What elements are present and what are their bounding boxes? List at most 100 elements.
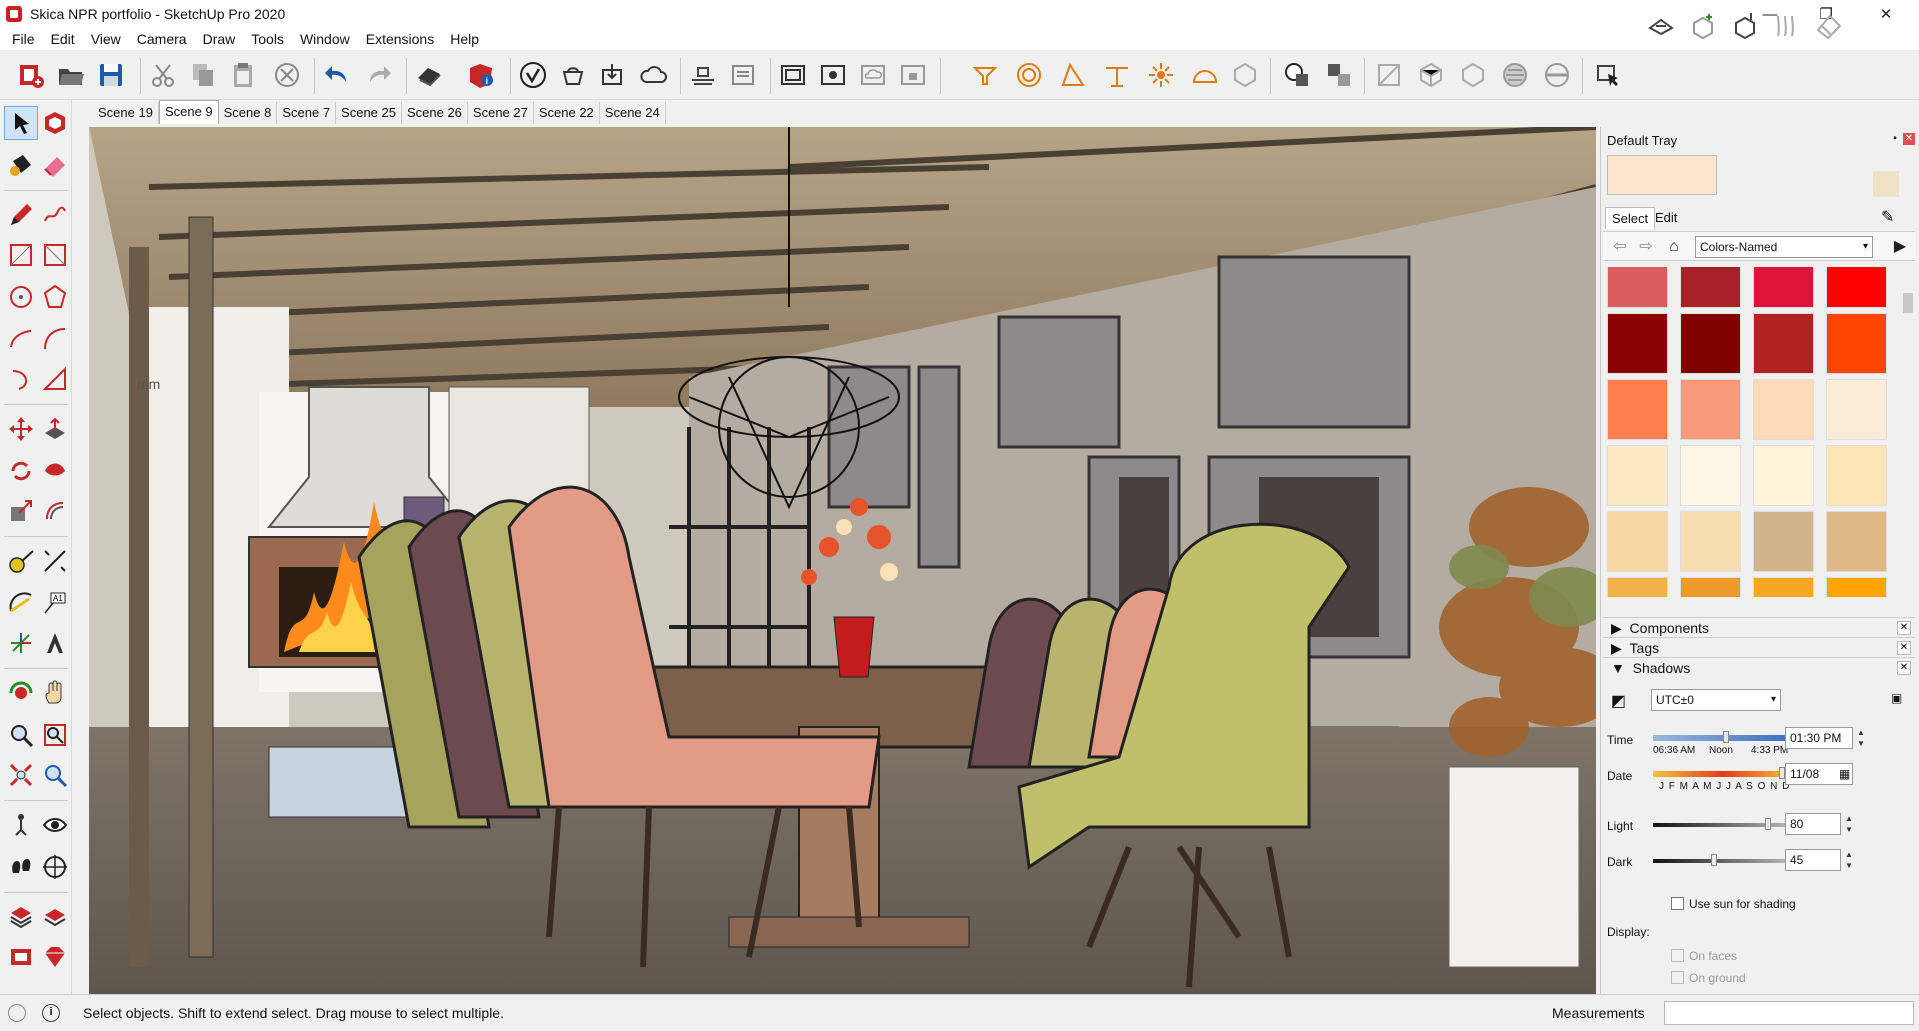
offset-icon[interactable] — [38, 494, 72, 528]
tape-measure-icon[interactable] — [4, 544, 38, 578]
home-icon[interactable]: ⌂ — [1665, 238, 1683, 256]
npr-cube-icon[interactable] — [1228, 58, 1262, 92]
two-point-arc-icon[interactable] — [38, 322, 72, 356]
tray-close-icon[interactable]: ✕ — [1903, 133, 1915, 145]
section-plane-icon[interactable] — [1372, 58, 1406, 92]
material-swatch[interactable] — [1826, 267, 1887, 308]
pan-hand-icon[interactable] — [38, 676, 72, 710]
dimension-icon[interactable] — [38, 544, 72, 578]
eyedropper-icon[interactable]: ✎ — [1881, 207, 1894, 227]
section-plane-tool-icon[interactable] — [38, 850, 72, 884]
npr-triangle-icon[interactable] — [1056, 58, 1090, 92]
monochrome-icon[interactable] — [1540, 58, 1574, 92]
geo-location-icon[interactable] — [8, 1004, 26, 1022]
material-swatch[interactable] — [1753, 267, 1814, 308]
menu-file[interactable]: File — [4, 31, 43, 47]
npr-sun-icon[interactable] — [1144, 58, 1178, 92]
material-swatch[interactable] — [1753, 313, 1814, 374]
time-spinner[interactable]: ▲ ▼ — [1855, 727, 1867, 749]
light-slider[interactable] — [1653, 823, 1793, 827]
move-icon[interactable] — [4, 412, 38, 446]
xray-icon[interactable] — [1414, 58, 1448, 92]
paint-bucket-icon[interactable] — [4, 148, 38, 182]
tab-scene-8[interactable]: Scene 8 — [219, 102, 278, 124]
wireframe-icon[interactable] — [1456, 58, 1490, 92]
time-field[interactable]: 01:30 PM — [1785, 727, 1853, 749]
material-swatch[interactable] — [1607, 577, 1668, 597]
freehand-icon[interactable] — [38, 198, 72, 232]
zoom-icon[interactable] — [4, 718, 38, 752]
back-arrow-icon[interactable]: ⇦ — [1611, 238, 1629, 256]
save-icon[interactable] — [94, 58, 128, 92]
material-swatch[interactable] — [1680, 577, 1741, 597]
eraser-icon[interactable] — [38, 148, 72, 182]
cloud-view-icon[interactable] — [856, 58, 890, 92]
material-swatch[interactable] — [1607, 379, 1668, 440]
panel-shadows[interactable]: ▼ Shadows ✕ — [1603, 657, 1915, 677]
zoom-extents-icon[interactable] — [4, 758, 38, 792]
send-to-layout-icon[interactable] — [726, 58, 760, 92]
on-faces-checkbox[interactable] — [1671, 949, 1684, 962]
menu-help[interactable]: Help — [442, 31, 487, 47]
menu-camera[interactable]: Camera — [129, 31, 195, 47]
tab-select[interactable]: Select — [1605, 207, 1656, 229]
material-swatch[interactable] — [1753, 577, 1814, 597]
close-icon[interactable]: ✕ — [1897, 621, 1911, 635]
sample-paint-swatch[interactable] — [1873, 171, 1899, 197]
dark-field[interactable]: 45 — [1785, 849, 1841, 871]
push-pull-icon[interactable] — [38, 412, 72, 446]
material-swatch[interactable] — [1826, 313, 1887, 374]
previous-view-icon[interactable] — [38, 758, 72, 792]
open-file-icon[interactable] — [54, 58, 88, 92]
arc-icon[interactable] — [4, 322, 38, 356]
signin-icon[interactable] — [516, 58, 550, 92]
tab-scene-26[interactable]: Scene 26 — [402, 102, 468, 124]
axes-icon[interactable] — [4, 626, 38, 660]
shape-overlap-icon[interactable] — [1280, 58, 1314, 92]
dark-slider-thumb[interactable] — [1711, 854, 1717, 866]
menu-draw[interactable]: Draw — [195, 31, 244, 47]
cut-icon[interactable] — [146, 58, 180, 92]
3d-warehouse-icon[interactable] — [556, 58, 590, 92]
menu-tools[interactable]: Tools — [243, 31, 292, 47]
pin-icon[interactable]: ▪ — [1889, 133, 1901, 145]
model-viewport[interactable]: mm — [89, 127, 1596, 994]
tab-scene-9[interactable]: Scene 9 — [158, 100, 219, 124]
forward-arrow-icon[interactable]: ⇨ — [1637, 238, 1655, 256]
material-swatch[interactable] — [1680, 511, 1741, 572]
close-icon[interactable]: ✕ — [1897, 641, 1911, 655]
timezone-select[interactable]: UTC±0 ▾ — [1651, 689, 1781, 711]
redo-icon[interactable] — [362, 58, 396, 92]
material-swatch[interactable] — [1680, 445, 1741, 506]
info-icon[interactable]: i — [42, 1004, 60, 1022]
warehouse-share-icon[interactable] — [38, 900, 72, 934]
scale-icon[interactable] — [4, 494, 38, 528]
expand-icon[interactable]: ▣ — [1891, 691, 1902, 705]
cloud-icon[interactable] — [636, 58, 670, 92]
light-spinner[interactable]: ▲ ▼ — [1843, 813, 1855, 835]
position-camera-icon[interactable] — [4, 808, 38, 842]
material-swatch[interactable] — [1680, 379, 1741, 440]
zoom-window-icon[interactable] — [38, 718, 72, 752]
material-swatch[interactable] — [1826, 379, 1887, 440]
swatch-scrollbar[interactable] — [1901, 263, 1915, 603]
time-slider-thumb[interactable] — [1723, 731, 1729, 743]
dark-slider[interactable] — [1653, 859, 1793, 863]
material-swatch[interactable] — [1607, 267, 1668, 308]
tab-scene-7[interactable]: Scene 7 — [277, 102, 337, 124]
shape-subtract-icon[interactable] — [1322, 58, 1356, 92]
material-swatch[interactable] — [1607, 445, 1668, 506]
select-box-icon[interactable] — [1590, 58, 1624, 92]
material-swatch[interactable] — [1680, 267, 1741, 308]
npr-lamp-icon[interactable] — [968, 58, 1002, 92]
pie-icon[interactable] — [38, 362, 72, 396]
material-swatch[interactable] — [1753, 511, 1814, 572]
menu-edit[interactable]: Edit — [43, 31, 83, 47]
sandbox-icon[interactable] — [1644, 8, 1678, 42]
close-icon[interactable]: ✕ — [1897, 661, 1911, 675]
material-swatch[interactable] — [1826, 445, 1887, 506]
measurements-input[interactable] — [1664, 1001, 1914, 1025]
camera-view-icon[interactable] — [816, 58, 850, 92]
paste-icon[interactable] — [226, 58, 260, 92]
window-view-icon[interactable] — [776, 58, 810, 92]
